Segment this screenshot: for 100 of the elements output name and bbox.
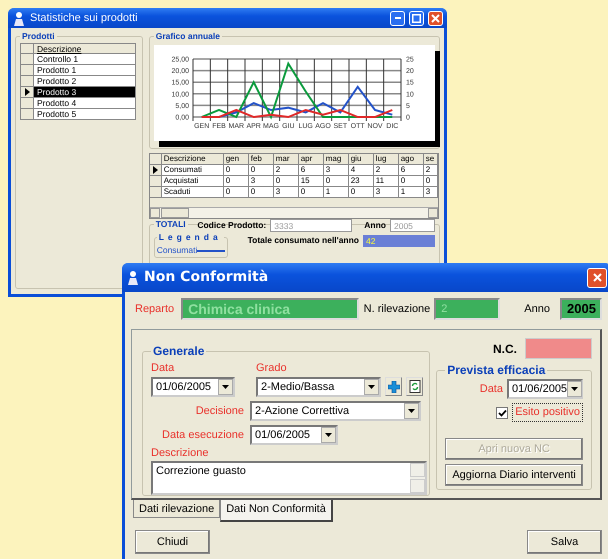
figure-icon <box>126 270 140 285</box>
minimize-button[interactable] <box>390 10 405 26</box>
window-title: Statistiche sui prodotti <box>30 10 139 26</box>
add-button[interactable] <box>385 377 402 396</box>
caret-icon <box>222 384 229 389</box>
table-cell: 23 <box>348 176 374 187</box>
table-cell: 11 <box>374 176 399 187</box>
list-item[interactable]: Prodotto 3 <box>34 87 136 98</box>
table-cell: 0 <box>248 187 274 198</box>
date-dropdown[interactable]: 01/06/2005 <box>151 376 235 397</box>
field-label: N.C. <box>493 340 517 358</box>
action-button[interactable]: Aggiorna Diario interventi <box>445 464 583 486</box>
caret-icon <box>408 408 415 413</box>
table-cell: 0 <box>224 165 249 176</box>
table-cell: 3 <box>248 176 274 187</box>
table-cell: 3 <box>374 187 399 198</box>
field-label: Data <box>480 382 503 398</box>
legend-label: Consumati <box>156 244 198 258</box>
horizontal-scrollbar[interactable] <box>150 207 438 218</box>
table-cell: 0 <box>398 176 424 187</box>
checkbox[interactable] <box>496 406 508 419</box>
group-title: Generale <box>152 344 206 358</box>
tab[interactable]: Dati rilevazione <box>133 500 220 518</box>
check-icon <box>498 408 507 417</box>
group-title: Grafico annuale <box>154 31 221 42</box>
text-area[interactable]: Correzione guasto <box>151 461 427 496</box>
maximize-button[interactable] <box>409 10 424 26</box>
plus-icon <box>388 380 400 393</box>
caret-icon <box>325 432 332 437</box>
checkbox-label: Esito positivo <box>512 403 583 422</box>
group-title: Prevista efficacia <box>446 363 546 378</box>
table-cell: 6 <box>398 165 424 176</box>
table-cell: 3 <box>274 187 299 198</box>
column-header: mag <box>324 154 349 165</box>
field-label: Anno <box>524 302 550 317</box>
field-label: N. rilevazione <box>364 302 430 317</box>
vertical-scrollbar[interactable] <box>410 463 425 494</box>
minimize-icon <box>394 17 400 19</box>
table-cell: 1 <box>398 187 424 198</box>
row-selector[interactable] <box>20 87 34 98</box>
caret-icon <box>571 387 578 392</box>
table-cell: 3 <box>424 187 438 198</box>
legend-title: Legenda <box>158 232 223 242</box>
list-item[interactable]: Prodotto 2 <box>34 76 136 88</box>
table-cell: 0 <box>224 187 249 198</box>
tab[interactable]: Dati Non Conformità <box>220 500 333 522</box>
table-cell: 3 <box>324 165 349 176</box>
table-cell: Consumati <box>162 165 224 176</box>
close-icon <box>592 273 602 282</box>
table-cell: 15 <box>298 176 324 187</box>
table-cell: 0 <box>224 176 249 187</box>
corner-cell <box>20 43 34 54</box>
dropdown[interactable]: 2-Azione Correttiva <box>250 400 421 421</box>
year-field[interactable]: 2005 <box>560 298 602 320</box>
footer-button[interactable]: Chiudi <box>135 530 210 554</box>
close-button[interactable] <box>428 10 443 26</box>
dropdown[interactable]: 2-Medio/Bassa <box>256 376 381 397</box>
table-cell: 4 <box>348 165 374 176</box>
list-item[interactable]: Controllo 1 <box>34 54 136 66</box>
column-header: mar <box>274 154 299 165</box>
table-cell: Scaduti <box>162 187 224 198</box>
group-title: Prodotti <box>21 31 56 42</box>
table-cell: 0 <box>348 187 374 198</box>
date-dropdown[interactable]: 01/06/2005 <box>250 424 338 445</box>
caret-icon <box>368 384 375 389</box>
field-label: Decisione <box>194 404 245 419</box>
table-cell: 0 <box>424 176 438 187</box>
close-icon <box>431 14 440 22</box>
footer-button[interactable]: Salva <box>527 530 602 554</box>
table-cell: 6 <box>298 165 324 176</box>
date-dropdown[interactable]: 01/06/2005 <box>507 379 583 400</box>
column-header: Descrizione <box>162 154 224 165</box>
column-header: apr <box>298 154 324 165</box>
close-button[interactable] <box>587 268 607 288</box>
column-header: gen <box>224 154 249 165</box>
column-header: Descrizione <box>34 43 136 54</box>
list-item[interactable]: Prodotto 1 <box>34 65 136 76</box>
field-label: Data <box>151 361 176 376</box>
refresh-icon <box>408 380 420 394</box>
field-label: Anno <box>364 219 386 232</box>
table-cell: Acquistati <box>162 176 224 187</box>
field-label: Totale consumato nell'anno <box>248 234 359 247</box>
nc-field[interactable] <box>525 338 592 359</box>
column-header: se <box>424 154 438 165</box>
column-header: feb <box>248 154 274 165</box>
field-label: Descrizione <box>151 446 210 461</box>
list-item[interactable]: Prodotto 4 <box>34 98 136 110</box>
column-header: giu <box>348 154 374 165</box>
table-cell: 0 <box>324 176 349 187</box>
table-cell: 1 <box>324 187 349 198</box>
field-label: Grado <box>256 361 287 376</box>
table-cell: 2 <box>274 165 299 176</box>
table-cell: 2 <box>374 165 399 176</box>
field-label: Codice Prodotto: <box>197 219 266 232</box>
figure-icon <box>12 10 26 26</box>
table-cell: 0 <box>248 165 274 176</box>
refresh-button[interactable] <box>406 377 423 396</box>
column-header: lug <box>374 154 399 165</box>
list-item[interactable]: Prodotto 5 <box>34 109 136 120</box>
maximize-icon <box>412 14 421 22</box>
